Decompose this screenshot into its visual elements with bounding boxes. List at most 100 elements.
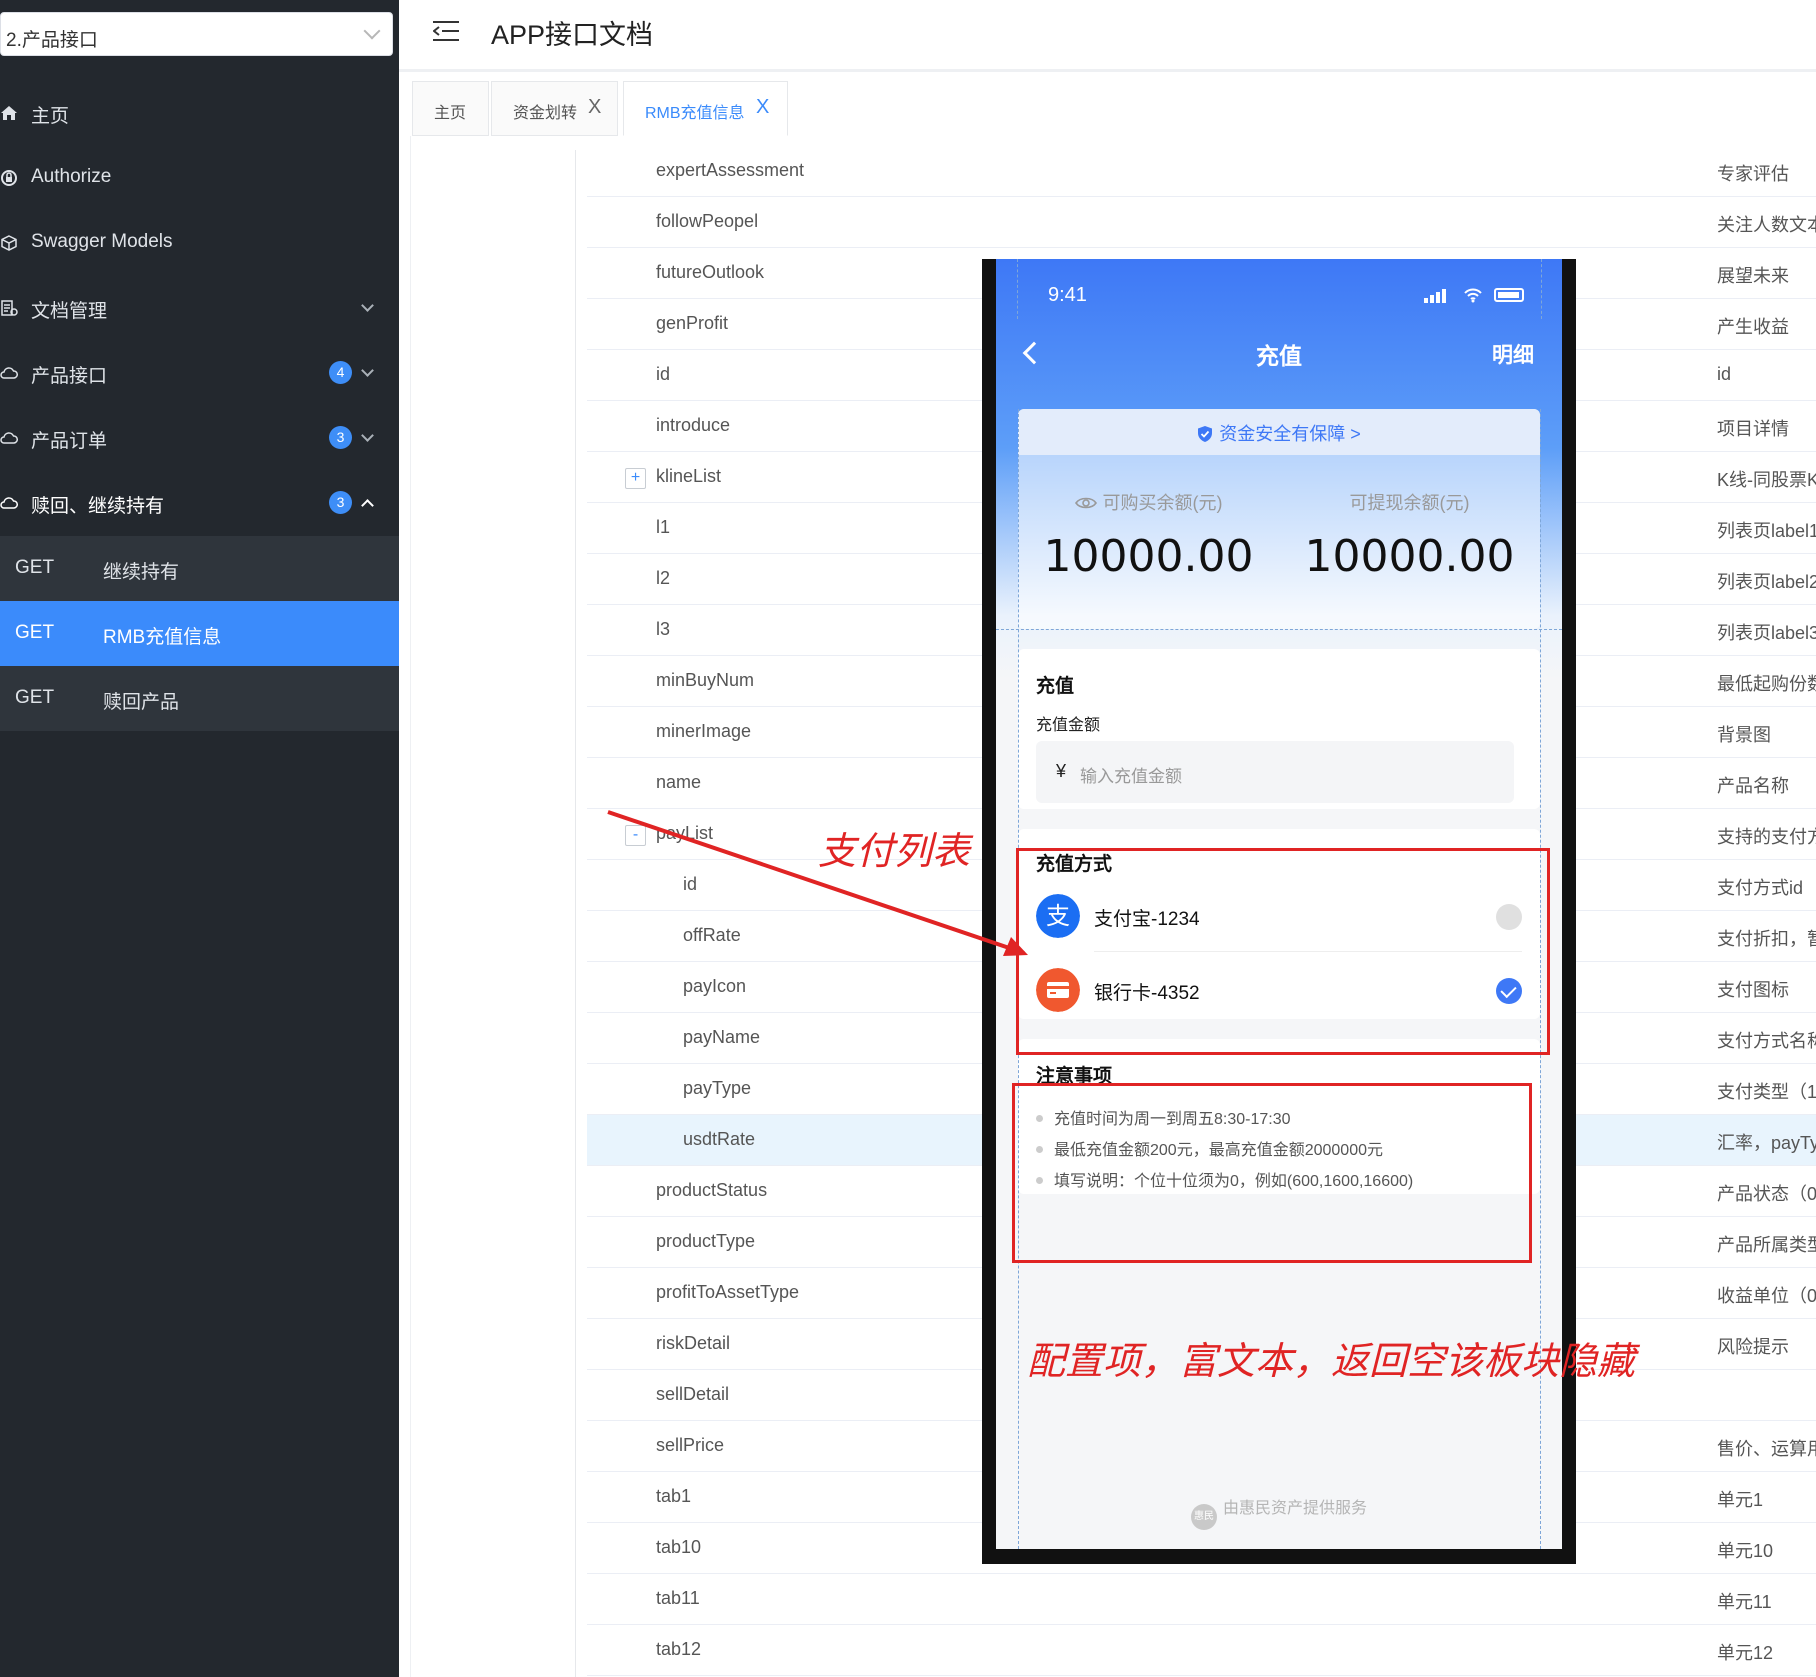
details-link[interactable]: 明细 xyxy=(1492,339,1534,369)
menu-toggle-icon[interactable] xyxy=(433,20,459,42)
cloud-icon xyxy=(0,432,18,444)
tab-home[interactable]: 主页 xyxy=(412,81,489,136)
field-name: name xyxy=(656,772,702,792)
sidebar-item-swagger-models[interactable]: Swagger Models xyxy=(0,210,399,275)
count-badge: 3 xyxy=(329,426,352,449)
field-description: id xyxy=(1717,364,1732,384)
api-item-continue-hold[interactable]: GET 继续持有 xyxy=(0,536,399,601)
field-name: id xyxy=(656,364,671,384)
sidebar-item-doc-manage[interactable]: 文档管理 xyxy=(0,275,399,340)
close-icon[interactable]: X xyxy=(756,96,769,119)
field-name: tab12 xyxy=(656,1639,702,1659)
status-time: 9:41 xyxy=(1048,284,1087,306)
signal-bar xyxy=(1436,292,1440,303)
sidebar-item-product-orders[interactable]: 产品订单 3 xyxy=(0,405,399,470)
amount-input[interactable]: ¥ 输入充值金额 xyxy=(1036,741,1514,803)
field-name: minerImage xyxy=(656,721,752,741)
project-select[interactable]: 2.产品接口 xyxy=(0,12,393,56)
security-banner-row: 资金安全有保障 > xyxy=(1018,420,1540,446)
sidebar-item-label: 产品接口 xyxy=(31,366,108,387)
chevron-up-icon xyxy=(361,499,374,512)
field-description: 列表页label2 xyxy=(1717,572,1816,592)
service-provider-footer: 惠民 由惠民资产提供服务 xyxy=(996,1494,1562,1530)
http-method: GET xyxy=(15,687,55,708)
annotation-notes-label: 配置项，富文本，返回空该板块隐藏 xyxy=(1027,1339,1636,1383)
field-description: 产生收益 xyxy=(1717,317,1789,337)
balance-label-row: 可购买余额(元) xyxy=(1018,489,1279,515)
field-name: expertAssessment xyxy=(656,160,805,180)
api-item-rmb-recharge[interactable]: GET RMB充值信息 xyxy=(0,601,399,666)
close-icon[interactable]: X xyxy=(588,96,601,119)
field-name: profitToAssetType xyxy=(656,1282,800,1302)
tab-rmb-recharge[interactable]: RMB充值信息 X xyxy=(623,81,788,136)
field-description: 单元1 xyxy=(1717,1490,1764,1510)
shield-icon xyxy=(1198,426,1213,442)
purchasable-balance: 可购买余额(元) 10000.00 xyxy=(1018,489,1279,582)
balance-value: 10000.00 xyxy=(1043,531,1254,582)
field-name: riskDetail xyxy=(656,1333,731,1353)
tab-label: RMB充值信息 xyxy=(645,105,745,122)
sidebar-item-authorize[interactable]: Authorize xyxy=(0,145,399,210)
security-banner[interactable]: 资金安全有保障 > xyxy=(1018,409,1540,455)
footer-text: 由惠民资产提供服务 xyxy=(1222,1500,1367,1517)
amount-label: 充值金额 xyxy=(1036,717,1101,734)
field-name: l3 xyxy=(656,619,671,639)
field-name: productType xyxy=(656,1231,756,1251)
status-bar-icons xyxy=(1424,287,1524,303)
battery-icon xyxy=(1494,288,1524,302)
table-row: followPeopel 关注人数文本 xyxy=(587,197,1816,248)
balance-label: 可提现余额(元) xyxy=(1349,493,1470,513)
field-name: payIcon xyxy=(683,976,747,996)
cloud-icon xyxy=(0,367,18,379)
cube-icon xyxy=(1,235,17,251)
field-description: 专家评估 xyxy=(1717,164,1789,184)
sidebar-item-label: 赎回、继续持有 xyxy=(31,496,165,517)
tab-fund-transfer[interactable]: 资金划转 X xyxy=(491,81,618,136)
eye-icon[interactable] xyxy=(1074,496,1097,510)
field-description: K线-同股票K xyxy=(1717,470,1816,490)
field-name: genProfit xyxy=(656,313,729,333)
field-description: 产品状态（0 xyxy=(1717,1184,1816,1204)
field-description: 支付方式id xyxy=(1717,878,1804,898)
api-name: 赎回产品 xyxy=(103,692,180,713)
field-description: 单元10 xyxy=(1717,1541,1774,1561)
api-item-redeem-product[interactable]: GET 赎回产品 xyxy=(0,666,399,731)
wifi-icon xyxy=(1464,288,1482,303)
sidebar-item-redeem-hold[interactable]: 赎回、继续持有 3 xyxy=(0,470,399,535)
field-description: 支持的支付方 xyxy=(1717,827,1816,847)
section-title: 充值 xyxy=(1036,676,1075,697)
field-description: 单元11 xyxy=(1717,1592,1772,1612)
guide-line xyxy=(1541,259,1542,319)
http-method: GET xyxy=(15,622,55,643)
currency-symbol: ¥ xyxy=(1056,761,1067,781)
amount-placeholder: 输入充值金额 xyxy=(1080,767,1182,786)
field-name: tab10 xyxy=(656,1537,702,1557)
sidebar-item-product-api[interactable]: 产品接口 4 xyxy=(0,340,399,405)
chevron-down-icon xyxy=(361,299,374,312)
table-row: tab12 单元12 xyxy=(587,1625,1816,1676)
field-name: tab1 xyxy=(656,1486,692,1506)
sidebar-item-home[interactable]: 主页 xyxy=(0,80,399,145)
count-badge: 3 xyxy=(329,491,352,514)
screen-title: 充值 xyxy=(1256,343,1302,369)
divider xyxy=(410,136,411,1677)
field-description: 产品名称 xyxy=(1717,776,1789,796)
field-name: sellPrice xyxy=(656,1435,725,1455)
expand-icon[interactable]: + xyxy=(625,468,646,489)
field-description: 关注人数文本 xyxy=(1717,215,1816,235)
sidebar-item-label: Authorize xyxy=(31,166,112,187)
field-description: 项目详情 xyxy=(1717,419,1789,439)
lock-icon xyxy=(1,170,17,186)
chevron-down-icon xyxy=(361,429,374,442)
recharge-section: 充值 充值金额 ¥ 输入充值金额 xyxy=(1018,649,1540,809)
guide-line xyxy=(996,629,1562,630)
field-name: payType xyxy=(683,1078,752,1098)
field-name: klineList xyxy=(656,466,722,486)
field-description: 汇率，payTy xyxy=(1717,1133,1816,1153)
table-row: tab11 单元11 xyxy=(587,1574,1816,1625)
field-description: 最低起购份数 xyxy=(1717,674,1816,694)
guide-line xyxy=(1017,259,1018,319)
sidebar-item-label: 主页 xyxy=(31,106,70,127)
api-name: RMB充值信息 xyxy=(103,627,222,648)
sidebar-submenu: GET 继续持有 GET RMB充值信息 GET 赎回产品 xyxy=(0,536,399,731)
